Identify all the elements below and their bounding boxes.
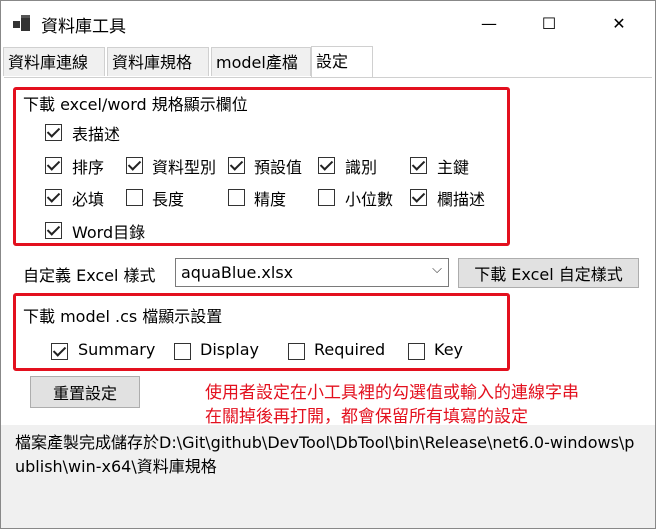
- tab-model-gen[interactable]: model產檔: [211, 47, 311, 76]
- checkbox-label: 精度: [254, 190, 287, 209]
- checkbox-display[interactable]: [174, 343, 191, 360]
- checkbox-key[interactable]: [408, 343, 425, 360]
- checkbox-label: 表描述: [72, 125, 121, 144]
- title-bar: 資料庫工具 — ☐ ✕: [1, 1, 655, 45]
- checkbox-table-desc[interactable]: [45, 124, 62, 141]
- checkbox-label: 資料型別: [152, 158, 217, 177]
- checkbox-default-value[interactable]: [228, 157, 245, 174]
- minimize-button[interactable]: —: [469, 7, 509, 39]
- checkbox-label: 主鍵: [437, 158, 470, 177]
- download-excel-style-button[interactable]: 下載 Excel 自定樣式: [458, 258, 639, 288]
- maximize-button[interactable]: ☐: [529, 7, 569, 39]
- checkbox-label: 必填: [72, 190, 105, 209]
- checkbox-column-desc[interactable]: [410, 189, 427, 206]
- excel-style-label: 自定義 Excel 樣式: [23, 266, 156, 285]
- checkbox-label: Word目錄: [72, 223, 146, 242]
- checkbox-label: 長度: [152, 190, 185, 209]
- excel-style-select[interactable]: aquaBlue.xlsx ⌵: [175, 258, 449, 287]
- checkbox-label: 小位數: [345, 190, 394, 209]
- note-line-1: 使用者設定在小工具裡的勾選值或輸入的連線字串: [205, 383, 579, 403]
- tab-db-connection[interactable]: 資料庫連線: [3, 47, 105, 76]
- app-window: 資料庫工具 — ☐ ✕ 資料庫連線 資料庫規格 model產檔 設定 下載 ex…: [0, 0, 656, 529]
- app-icon: [13, 15, 30, 31]
- download-fields-title: 下載 excel/word 規格顯示欄位: [23, 95, 248, 114]
- checkbox-required[interactable]: [45, 189, 62, 206]
- checkbox-order[interactable]: [45, 157, 62, 174]
- checkbox-label: 排序: [72, 158, 105, 177]
- checkbox-label: Display: [200, 340, 259, 359]
- checkbox-scale[interactable]: [318, 189, 335, 206]
- reset-settings-button[interactable]: 重置設定: [30, 376, 140, 408]
- status-area: 檔案產製完成儲存於D:\Git\github\DevTool\DbTool\bi…: [1, 425, 655, 528]
- checkbox-label: 識別: [345, 158, 378, 177]
- tab-settings[interactable]: 設定: [311, 46, 373, 77]
- checkbox-word-toc[interactable]: [45, 222, 62, 239]
- checkbox-label: Key: [434, 340, 464, 359]
- checkbox-label: 欄描述: [437, 190, 486, 209]
- checkbox-required-attr[interactable]: [288, 343, 305, 360]
- excel-style-value: aquaBlue.xlsx: [181, 263, 294, 282]
- model-settings-title: 下載 model .cs 檔顯示設置: [23, 307, 223, 326]
- status-message: 檔案產製完成儲存於D:\Git\github\DevTool\DbTool\bi…: [15, 433, 635, 476]
- checkbox-label: Required: [314, 340, 386, 359]
- chevron-down-icon: ⌵: [432, 262, 442, 277]
- checkbox-identity[interactable]: [318, 157, 335, 174]
- checkbox-precision[interactable]: [228, 189, 245, 206]
- checkbox-summary[interactable]: [51, 343, 68, 360]
- minimize-icon: —: [481, 13, 497, 33]
- checkbox-length[interactable]: [126, 189, 143, 206]
- checkbox-data-type[interactable]: [126, 157, 143, 174]
- checkbox-primary-key[interactable]: [410, 157, 427, 174]
- note-line-2: 在關掉後再打開，都會保留所有填寫的設定: [205, 407, 528, 427]
- window-title: 資料庫工具: [41, 17, 126, 37]
- close-button[interactable]: ✕: [599, 7, 639, 39]
- tab-db-spec[interactable]: 資料庫規格: [107, 47, 209, 76]
- checkbox-label: 預設值: [254, 158, 303, 177]
- checkbox-label: Summary: [78, 340, 156, 359]
- close-icon: ✕: [612, 13, 626, 33]
- maximize-icon: ☐: [541, 13, 557, 33]
